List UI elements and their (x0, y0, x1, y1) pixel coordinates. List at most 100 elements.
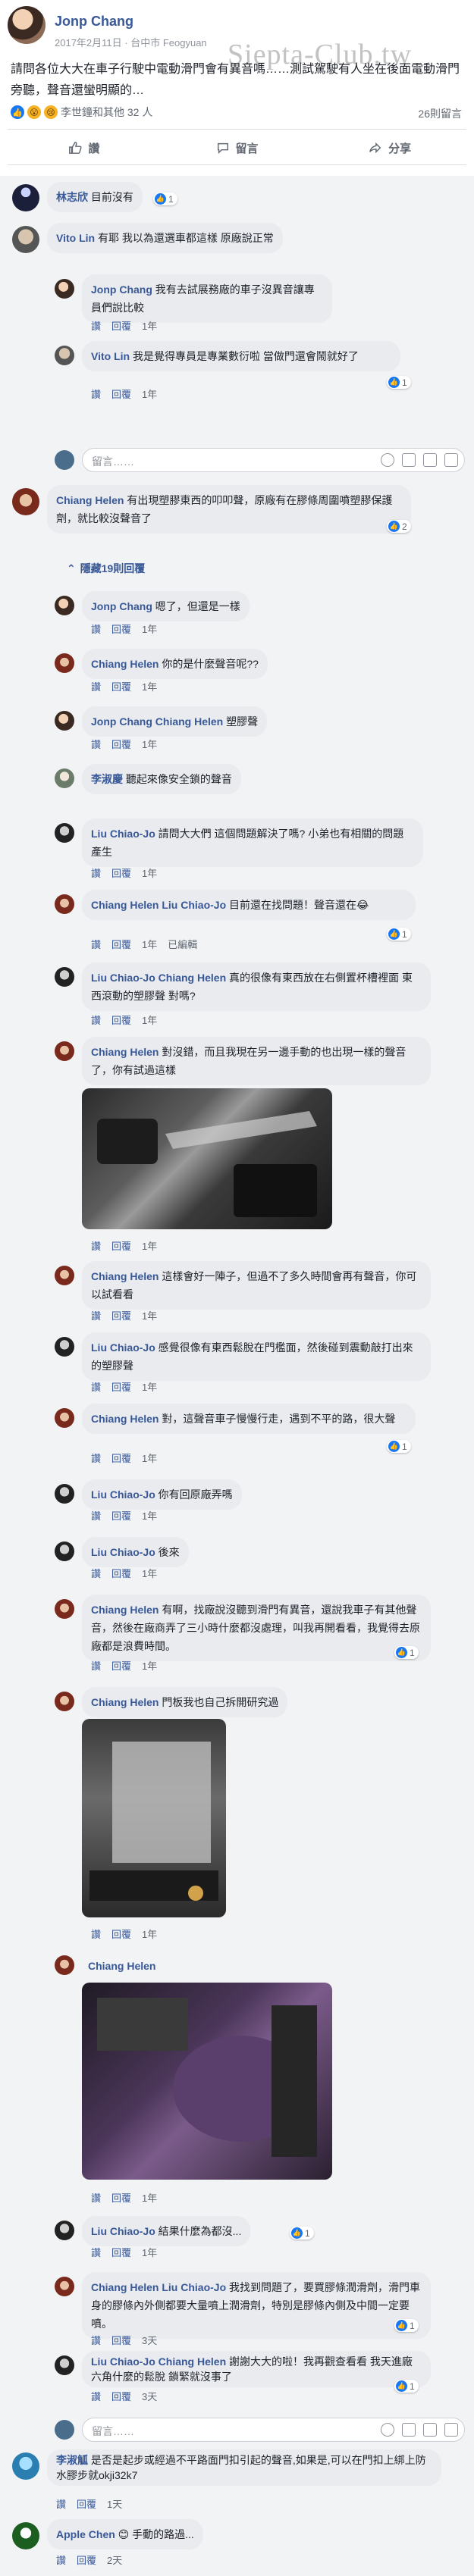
avatar[interactable] (12, 488, 39, 515)
comment-author[interactable]: Chiang Helen (91, 1696, 159, 1708)
comment-author[interactable]: Chiang Helen (91, 1046, 159, 1058)
comment-time[interactable]: 1年 (142, 865, 157, 880)
comment-author[interactable]: Chiang Helen (56, 494, 124, 506)
comment-reply-link[interactable]: 回覆 (111, 1508, 131, 1523)
comment-like-link[interactable]: 讚 (91, 865, 101, 880)
avatar[interactable] (55, 711, 74, 731)
comment-time[interactable]: 1年 (142, 1238, 157, 1253)
avatar[interactable] (55, 894, 74, 914)
comment-mention[interactable]: Liu Chiao-Jo (162, 2281, 226, 2293)
comment-time[interactable]: 3天 (142, 2389, 157, 2403)
comment-photo[interactable] (82, 1983, 332, 2180)
comment-like-badge[interactable]: 👍 1 (394, 2319, 419, 2332)
avatar[interactable] (55, 1542, 74, 1561)
avatar[interactable] (55, 1408, 74, 1428)
comment-time[interactable]: 1年 (142, 2245, 157, 2259)
comment-like-link[interactable]: 讚 (91, 318, 101, 333)
comment-time[interactable]: 1年 (142, 1308, 157, 1322)
comment-reply-link[interactable]: 回覆 (111, 2333, 131, 2347)
comment-reply-link[interactable]: 回覆 (111, 1013, 131, 1027)
avatar[interactable] (55, 2221, 74, 2240)
avatar[interactable] (55, 279, 74, 299)
comment-time[interactable]: 1年 (142, 1508, 157, 1523)
emoji-icon[interactable] (381, 2423, 394, 2437)
comment-time[interactable]: 1年 (142, 2190, 157, 2205)
avatar[interactable] (12, 2522, 39, 2549)
comment-like-badge[interactable]: 👍 1 (394, 2380, 419, 2393)
comment-author[interactable]: Liu Chiao-Jo (91, 2225, 155, 2237)
comment-like-link[interactable]: 讚 (56, 2496, 66, 2511)
comment-reply-link[interactable]: 回覆 (111, 1379, 131, 1394)
comment-reply-link[interactable]: 回覆 (111, 621, 131, 636)
comment-reply-link[interactable]: 回覆 (111, 1658, 131, 1673)
comment-reply-link[interactable]: 回覆 (111, 1238, 131, 1253)
gif-icon[interactable] (423, 2423, 437, 2437)
comment-like-badge[interactable]: 👍 1 (153, 192, 177, 205)
reactions-summary[interactable]: 👍 😮 😢 李世鐘和其他 32 人 (11, 105, 152, 120)
comment-time[interactable]: 1年 (142, 1566, 157, 1580)
comment-author[interactable]: Liu Chiao-Jo (91, 1341, 155, 1354)
comment-time[interactable]: 1年 (142, 387, 157, 401)
comment-like-link[interactable]: 讚 (91, 2245, 101, 2259)
comment-like-link[interactable]: 讚 (91, 1238, 101, 1253)
comment-time[interactable]: 1年 (142, 318, 157, 333)
comment-time[interactable]: 1年 (142, 1451, 157, 1465)
comment-time[interactable]: 1天 (107, 2496, 122, 2511)
sticker-icon[interactable] (444, 453, 458, 467)
comment-like-badge[interactable]: 👍 1 (394, 1646, 419, 1659)
avatar[interactable] (55, 1692, 74, 1711)
avatar[interactable] (55, 1041, 74, 1061)
avatar[interactable] (55, 1484, 74, 1504)
comment-reply-link[interactable]: 回覆 (111, 1451, 131, 1465)
share-button[interactable]: 分享 (313, 133, 466, 163)
post-location[interactable]: 台中市 Feogyuan (130, 37, 206, 49)
comment-time[interactable]: 3天 (142, 2333, 157, 2347)
comment-author[interactable]: Chiang Helen (91, 1604, 159, 1616)
comment-reply-link[interactable]: 回覆 (111, 318, 131, 333)
comment-author[interactable]: Liu Chiao-Jo (91, 2355, 155, 2368)
comment-like-badge[interactable]: 👍 1 (387, 1440, 411, 1453)
comment-reply-link[interactable]: 回覆 (111, 2389, 131, 2403)
avatar[interactable] (55, 596, 74, 615)
comment-author[interactable]: 李淑觚 (56, 2454, 88, 2466)
comment-mention[interactable]: Chiang Helen (159, 2355, 226, 2368)
comment-like-badge[interactable]: 👍 1 (387, 928, 411, 941)
comment-like-link[interactable]: 讚 (91, 2389, 101, 2403)
comment-like-link[interactable]: 讚 (56, 2553, 66, 2567)
comment-author[interactable]: Chiang Helen (91, 1413, 159, 1425)
comment-time[interactable]: 1年 (142, 679, 157, 693)
comment-mention[interactable]: Chiang Helen (159, 972, 226, 984)
comment-like-link[interactable]: 讚 (91, 2333, 101, 2347)
comment-like-link[interactable]: 讚 (91, 387, 101, 401)
avatar[interactable] (55, 1337, 74, 1357)
comment-like-link[interactable]: 讚 (91, 2190, 101, 2205)
comment-like-badge[interactable]: 👍 1 (290, 2227, 314, 2240)
comment-reply-link[interactable]: 回覆 (77, 2553, 96, 2567)
comment-reply-link[interactable]: 回覆 (111, 1308, 131, 1322)
comment-author[interactable]: 林志欣 (56, 191, 88, 203)
comment-author[interactable]: Jonp Chang (91, 283, 152, 296)
comment-reply-link[interactable]: 回覆 (111, 737, 131, 751)
avatar[interactable] (12, 184, 39, 211)
comment-like-link[interactable]: 讚 (91, 1658, 101, 1673)
comment-reply-link[interactable]: 回覆 (111, 679, 131, 693)
comment-like-badge[interactable]: 👍 1 (387, 376, 411, 389)
comment-author[interactable]: Jonp Chang (91, 600, 152, 612)
comment-like-link[interactable]: 讚 (91, 1308, 101, 1322)
reply-input[interactable]: 留言…… (82, 448, 465, 472)
comment-reply-link[interactable]: 回覆 (111, 2190, 131, 2205)
comment-button[interactable]: 留言 (161, 133, 314, 163)
reply-input[interactable]: 留言…… (82, 2418, 465, 2442)
comment-reply-link[interactable]: 回覆 (111, 2245, 131, 2259)
comment-like-link[interactable]: 讚 (91, 737, 101, 751)
comment-mention[interactable]: Chiang Helen (155, 715, 223, 728)
comment-author[interactable]: Liu Chiao-Jo (91, 972, 155, 984)
comment-author[interactable]: Vito Lin (91, 350, 130, 362)
comment-time[interactable]: 1年 (142, 737, 157, 751)
comment-author[interactable]: Chiang Helen (91, 658, 159, 670)
comment-author[interactable]: Liu Chiao-Jo (91, 1546, 155, 1558)
avatar[interactable] (12, 226, 39, 253)
avatar[interactable] (55, 653, 74, 673)
comment-like-link[interactable]: 讚 (91, 1566, 101, 1580)
sticker-icon[interactable] (444, 2423, 458, 2437)
